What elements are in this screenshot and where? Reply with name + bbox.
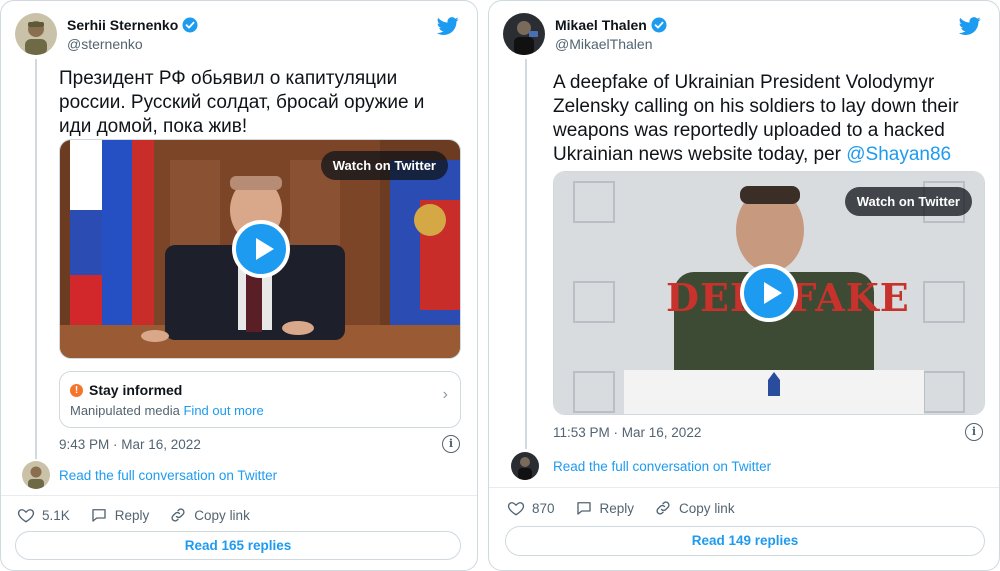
tweet-text-body: Президент РФ обьявил о капитуляции росси… — [59, 68, 425, 137]
copy-link-button[interactable]: Copy link — [169, 506, 250, 524]
avatar[interactable] — [15, 13, 57, 55]
heart-icon — [17, 509, 35, 523]
info-icon[interactable]: i — [965, 423, 983, 441]
tweet-timestamp[interactable]: 9:43 PM · Mar 16, 2022 — [59, 437, 201, 452]
tweet-text: A deepfake of Ukrainian President Volody… — [553, 71, 973, 167]
tweet-header: Mikael Thalen @MikaelThalen — [503, 13, 985, 57]
chevron-right-icon: › — [442, 386, 448, 403]
manipulated-media-label: Manipulated media — [70, 403, 180, 418]
copy-link-label: Copy link — [194, 507, 250, 523]
small-avatar — [22, 461, 50, 489]
link-icon — [171, 508, 185, 522]
reply-button[interactable]: Reply — [575, 499, 635, 517]
video-thumbnail[interactable]: Watch on Twitter — [59, 139, 461, 359]
read-replies-button[interactable]: Read 149 replies — [505, 526, 985, 556]
tweet-actions: 870 Reply Copy link — [507, 499, 755, 517]
tweet-header: Serhii Sternenko @sternenko — [15, 13, 463, 57]
tweet-card-left: Serhii Sternenko @sternenko Президент РФ… — [0, 0, 478, 571]
like-count: 870 — [532, 500, 555, 516]
video-thumbnail[interactable]: DEEPFAKE Watch on Twitter — [553, 171, 985, 415]
thread-line — [525, 59, 527, 449]
play-icon[interactable] — [740, 264, 798, 322]
read-full-conversation-link[interactable]: Read the full conversation on Twitter — [553, 459, 771, 474]
like-button[interactable]: 870 — [507, 499, 555, 517]
avatar[interactable] — [503, 13, 545, 55]
author-name-text[interactable]: Mikael Thalen — [555, 17, 647, 33]
tweet-actions: 5.1K Reply Copy link — [17, 506, 270, 524]
author-name-text[interactable]: Serhii Sternenko — [67, 17, 178, 33]
reply-button[interactable]: Reply — [90, 506, 150, 524]
find-out-more-link[interactable]: Find out more — [183, 403, 263, 418]
tweet-text: Президент РФ обьявил о капитуляции росси… — [59, 67, 459, 139]
play-icon[interactable] — [232, 220, 290, 278]
author-name[interactable]: Mikael Thalen — [555, 17, 667, 33]
verified-badge-icon — [651, 17, 667, 33]
warning-icon: ! — [70, 383, 83, 397]
copy-link-label: Copy link — [679, 500, 735, 516]
thread-line — [35, 59, 37, 459]
twitter-bird-icon[interactable] — [959, 15, 981, 37]
twitter-bird-icon[interactable] — [437, 15, 459, 37]
watch-on-twitter-button[interactable]: Watch on Twitter — [320, 151, 448, 180]
link-icon — [656, 501, 670, 515]
verified-badge-icon — [182, 17, 198, 33]
copy-link-button[interactable]: Copy link — [654, 499, 735, 517]
read-replies-button[interactable]: Read 165 replies — [15, 531, 461, 560]
like-button[interactable]: 5.1K — [17, 506, 70, 524]
stay-informed-notice[interactable]: ! Stay informed Manipulated media Find o… — [59, 371, 461, 428]
stay-informed-title: ! Stay informed — [70, 382, 182, 398]
watch-on-twitter-button[interactable]: Watch on Twitter — [844, 187, 972, 216]
reply-icon — [576, 502, 591, 515]
small-avatar — [511, 452, 539, 480]
like-count: 5.1K — [42, 507, 70, 523]
divider — [1, 495, 477, 496]
divider — [489, 487, 999, 488]
author-name[interactable]: Serhii Sternenko — [67, 17, 198, 33]
info-icon[interactable]: i — [442, 435, 460, 453]
author-handle[interactable]: @sternenko — [67, 36, 143, 52]
reply-label: Reply — [599, 500, 635, 516]
mention-link[interactable]: @Shayan86 — [846, 144, 951, 165]
reply-label: Reply — [114, 507, 150, 523]
reply-icon — [92, 509, 106, 522]
heart-icon — [507, 502, 525, 516]
read-full-conversation-link[interactable]: Read the full conversation on Twitter — [59, 468, 277, 483]
stay-informed-title-text: Stay informed — [89, 382, 183, 398]
tweet-timestamp[interactable]: 11:53 PM · Mar 16, 2022 — [553, 425, 701, 440]
tweet-card-right: Mikael Thalen @MikaelThalen A deepfake o… — [488, 0, 1000, 571]
stay-informed-subtitle: Manipulated media Find out more — [70, 403, 264, 418]
author-handle[interactable]: @MikaelThalen — [555, 36, 652, 52]
